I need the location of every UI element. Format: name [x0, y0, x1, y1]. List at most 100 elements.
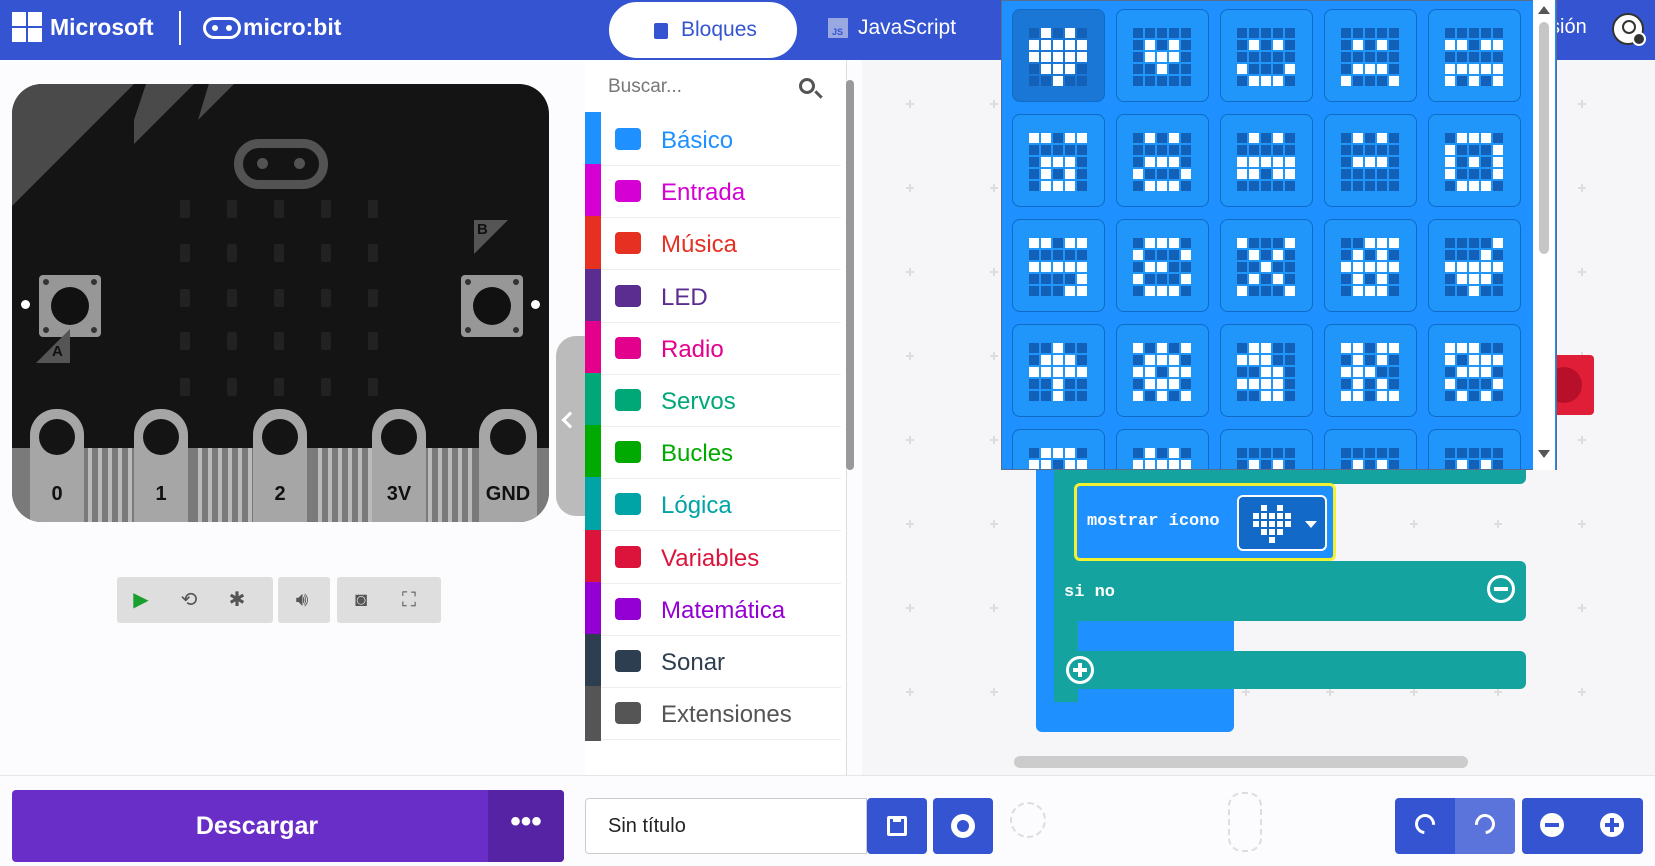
- restart-icon[interactable]: ⟲: [165, 577, 213, 623]
- led-pixel: [180, 378, 190, 396]
- user-avatar-icon[interactable]: [1612, 13, 1646, 46]
- category-lógica[interactable]: Lógica: [585, 477, 841, 533]
- screenshot-icon[interactable]: ◙: [337, 577, 385, 623]
- redo-button[interactable]: [1455, 798, 1515, 854]
- grid-mark: [906, 268, 914, 276]
- zoom-in-icon[interactable]: [1600, 813, 1624, 837]
- icon-option[interactable]: [1428, 9, 1521, 102]
- signal-icon: [615, 336, 641, 359]
- icon-option[interactable]: [1324, 9, 1417, 102]
- undo-icon[interactable]: [1410, 809, 1440, 839]
- category-variables[interactable]: Variables: [585, 529, 841, 585]
- pin-1[interactable]: 1: [134, 409, 188, 522]
- category-color-bar: [585, 216, 601, 272]
- toolbox: Buscar... Básico Entrada Música LED Radio Ser…: [585, 60, 847, 775]
- category-label: LED: [661, 283, 708, 311]
- download-button[interactable]: Descargar •••: [12, 790, 564, 862]
- icon-option[interactable]: [1324, 114, 1417, 207]
- sound-icon[interactable]: 🔊︎: [278, 577, 326, 623]
- search-input[interactable]: Buscar...: [608, 76, 682, 98]
- toolbox-scrollbar[interactable]: [846, 80, 854, 470]
- github-button[interactable]: [933, 798, 993, 854]
- grid-mark: [906, 520, 914, 528]
- if-block-bottom[interactable]: [1054, 651, 1526, 689]
- icon-option[interactable]: [1116, 9, 1209, 102]
- edge-stripe: [108, 448, 112, 522]
- save-button[interactable]: [867, 798, 927, 854]
- play-icon[interactable]: ▶: [117, 577, 165, 623]
- edge-stripe: [318, 448, 322, 522]
- icon-option[interactable]: [1116, 429, 1209, 469]
- toolbox-search[interactable]: Buscar...: [585, 60, 845, 112]
- collapse-simulator-button[interactable]: [556, 336, 586, 516]
- logo-touch-sensor[interactable]: [234, 139, 328, 189]
- zoom-out-icon[interactable]: [1540, 813, 1564, 837]
- icon-option[interactable]: [1324, 324, 1417, 417]
- grid-mark: [906, 100, 914, 108]
- grid-mark: [990, 268, 998, 276]
- icon-option[interactable]: [1116, 114, 1209, 207]
- pin-3v[interactable]: 3V: [372, 409, 426, 522]
- plus-circle-icon[interactable]: [1066, 656, 1094, 684]
- icon-option[interactable]: [1012, 114, 1105, 207]
- scroll-thumb[interactable]: [1539, 22, 1549, 254]
- pin-gnd[interactable]: GND: [479, 409, 537, 522]
- tab-blocks[interactable]: Bloques: [607, 0, 799, 60]
- icon-option[interactable]: [1116, 324, 1209, 417]
- icon-option[interactable]: [1428, 219, 1521, 312]
- project-title-input[interactable]: Sin título: [585, 798, 867, 854]
- edge-stripe: [128, 448, 132, 522]
- scroll-down-icon[interactable]: [1538, 450, 1550, 458]
- search-icon[interactable]: [799, 78, 815, 94]
- edge-stripe: [468, 448, 472, 522]
- minus-circle-icon[interactable]: [1487, 575, 1515, 603]
- icon-picker-scrollbar[interactable]: [1533, 0, 1555, 470]
- category-bucles[interactable]: Bucles: [585, 425, 841, 481]
- category-color-bar: [585, 686, 601, 742]
- icon-dropdown[interactable]: [1237, 495, 1327, 551]
- pin-2[interactable]: 2: [253, 409, 307, 522]
- fullscreen-icon[interactable]: ⛶: [385, 577, 433, 623]
- show-icon-block[interactable]: mostrar ícono: [1074, 483, 1336, 561]
- button-b[interactable]: [461, 275, 523, 337]
- icon-option[interactable]: [1220, 429, 1313, 469]
- more-options-button[interactable]: •••: [488, 790, 564, 862]
- js-icon: JS: [828, 18, 848, 39]
- icon-option[interactable]: [1220, 219, 1313, 312]
- icon-option[interactable]: [1428, 429, 1521, 469]
- category-entrada[interactable]: Entrada: [585, 164, 841, 220]
- led-pattern-icon: [1445, 133, 1503, 191]
- icon-option[interactable]: [1220, 9, 1313, 102]
- category-sonar[interactable]: Sonar: [585, 634, 841, 689]
- microbit-brand[interactable]: micro:bit: [243, 14, 341, 41]
- led-pattern-icon: [1237, 28, 1295, 86]
- icon-option[interactable]: [1012, 9, 1105, 102]
- icon-option[interactable]: [1324, 429, 1417, 469]
- debug-icon[interactable]: ✱: [213, 577, 261, 623]
- category-música[interactable]: Música: [585, 216, 841, 272]
- icon-option[interactable]: [1324, 219, 1417, 312]
- category-extensiones[interactable]: Extensiones: [585, 686, 841, 742]
- icon-option[interactable]: [1220, 324, 1313, 417]
- category-label: Extensiones: [661, 701, 792, 729]
- category-led[interactable]: LED: [585, 268, 841, 324]
- edge-stripe: [438, 448, 442, 522]
- button-a[interactable]: [39, 275, 101, 337]
- category-servos[interactable]: Servos: [585, 373, 841, 428]
- icon-option[interactable]: [1220, 114, 1313, 207]
- category-básico[interactable]: Básico: [585, 112, 841, 167]
- scroll-up-icon[interactable]: [1538, 6, 1550, 14]
- icon-option[interactable]: [1116, 219, 1209, 312]
- pin-0[interactable]: 0: [30, 409, 84, 522]
- tab-javascript[interactable]: JS JavaScript: [828, 16, 956, 40]
- icon-option[interactable]: [1012, 219, 1105, 312]
- icon-option[interactable]: [1428, 324, 1521, 417]
- icon-option[interactable]: [1428, 114, 1521, 207]
- icon-option[interactable]: [1012, 429, 1105, 469]
- else-block[interactable]: si no: [1054, 561, 1526, 621]
- category-matemática[interactable]: Matemática: [585, 581, 841, 637]
- category-radio[interactable]: Radio: [585, 320, 841, 376]
- workspace-horizontal-scrollbar[interactable]: [1014, 756, 1468, 768]
- category-color-bar: [585, 373, 601, 428]
- icon-option[interactable]: [1012, 324, 1105, 417]
